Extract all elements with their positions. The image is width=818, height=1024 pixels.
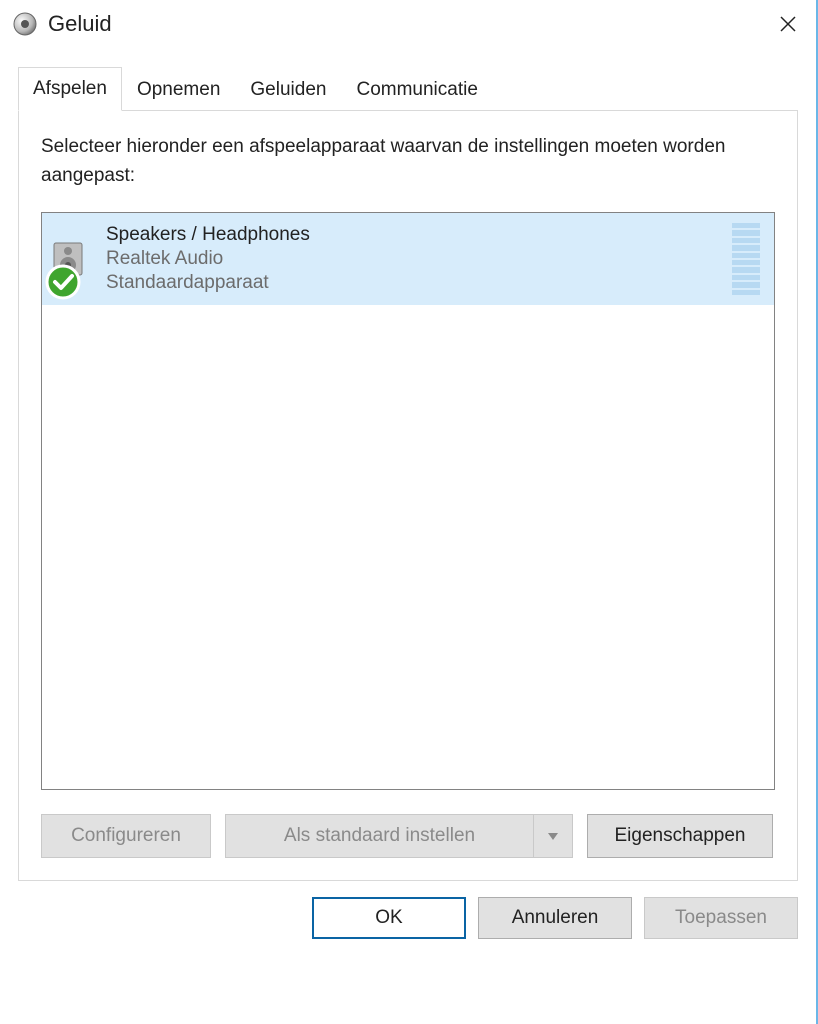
level-meter bbox=[732, 223, 760, 295]
device-status: Standaardapparaat bbox=[106, 272, 722, 294]
panel-instruction: Selecteer hieronder een afspeelapparaat … bbox=[41, 133, 775, 190]
set-default-dropdown[interactable] bbox=[533, 814, 573, 858]
tab-recording[interactable]: Opnemen bbox=[122, 68, 235, 111]
device-list[interactable]: Speakers / Headphones Realtek Audio Stan… bbox=[41, 212, 775, 790]
panel-button-row: Configureren Als standaard instellen Eig… bbox=[41, 814, 775, 858]
sound-dialog-window: Geluid Afspelen Opnemen Geluiden Communi… bbox=[0, 0, 818, 1024]
properties-button[interactable]: Eigenschappen bbox=[587, 814, 773, 858]
playback-panel: Selecteer hieronder een afspeelapparaat … bbox=[18, 111, 798, 881]
set-default-split-button[interactable]: Als standaard instellen bbox=[225, 814, 573, 858]
tab-communications[interactable]: Communicatie bbox=[341, 68, 492, 111]
chevron-down-icon bbox=[546, 829, 560, 843]
window-title: Geluid bbox=[48, 11, 768, 37]
tabstrip: Afspelen Opnemen Geluiden Communicatie bbox=[18, 66, 798, 111]
tab-playback[interactable]: Afspelen bbox=[18, 67, 122, 111]
device-item[interactable]: Speakers / Headphones Realtek Audio Stan… bbox=[42, 213, 774, 305]
dialog-body: Afspelen Opnemen Geluiden Communicatie S… bbox=[0, 48, 816, 881]
ok-button[interactable]: OK bbox=[312, 897, 466, 939]
cancel-button[interactable]: Annuleren bbox=[478, 897, 632, 939]
set-default-button[interactable]: Als standaard instellen bbox=[225, 814, 533, 858]
titlebar: Geluid bbox=[0, 0, 816, 48]
tab-sounds[interactable]: Geluiden bbox=[235, 68, 341, 111]
dialog-button-row: OK Annuleren Toepassen bbox=[0, 881, 816, 939]
device-name: Speakers / Headphones bbox=[106, 224, 722, 246]
configure-button[interactable]: Configureren bbox=[41, 814, 211, 858]
device-vendor: Realtek Audio bbox=[106, 248, 722, 270]
sound-app-icon bbox=[12, 11, 38, 37]
close-button[interactable] bbox=[768, 4, 808, 44]
device-text: Speakers / Headphones Realtek Audio Stan… bbox=[106, 224, 722, 294]
default-check-icon bbox=[44, 263, 82, 301]
close-icon bbox=[780, 16, 796, 32]
device-icon bbox=[48, 223, 98, 295]
apply-button[interactable]: Toepassen bbox=[644, 897, 798, 939]
